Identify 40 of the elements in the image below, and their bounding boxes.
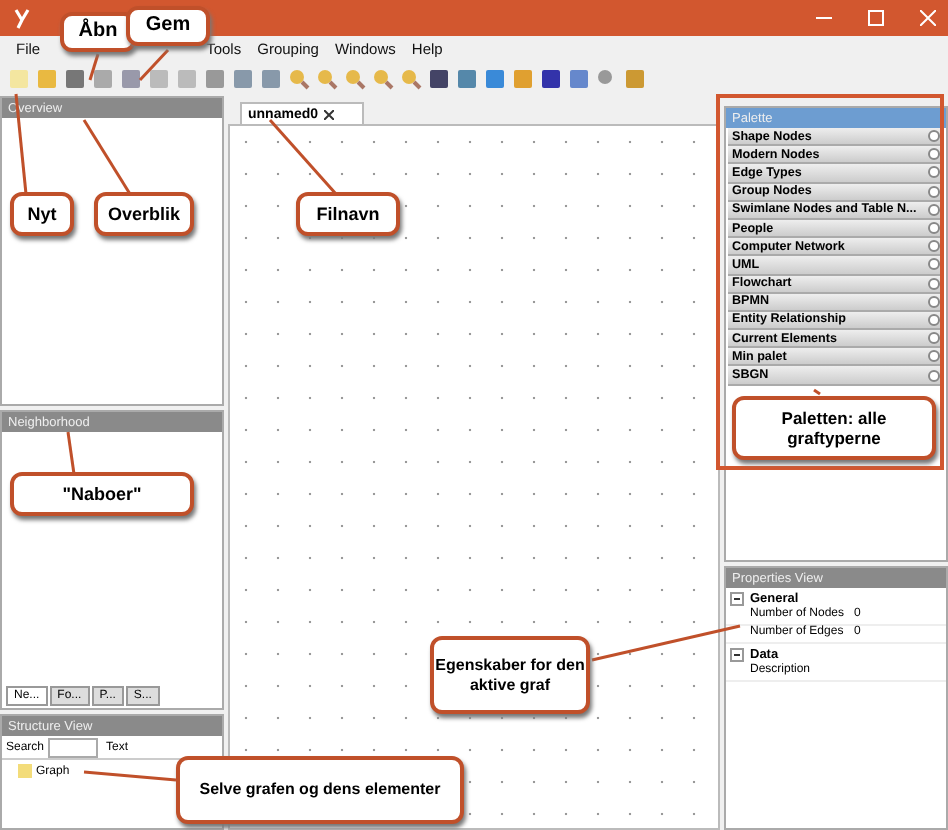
leader-line: [138, 48, 170, 82]
leader-line: [88, 53, 100, 81]
callout: Nyt: [10, 192, 74, 236]
expand-icon[interactable]: [928, 369, 940, 382]
callout: Paletten: alle graftyperne: [732, 396, 936, 460]
expand-icon[interactable]: [928, 222, 940, 235]
callout: Egenskaber for den aktive graf: [430, 636, 590, 714]
maximize-icon[interactable]: [868, 10, 884, 26]
callout: "Naboer": [10, 472, 194, 516]
zoom-fit-icon[interactable]: [344, 68, 366, 90]
search-field[interactable]: [48, 737, 99, 757]
expand-icon[interactable]: [928, 277, 940, 290]
collapse-icon[interactable]: [730, 591, 744, 605]
close-icon[interactable]: [324, 109, 335, 119]
expand-icon[interactable]: [928, 350, 940, 363]
callout: Åbn: [60, 12, 136, 52]
app-logo-icon: [12, 6, 32, 30]
expand-icon[interactable]: [928, 295, 940, 308]
callout: Overblik: [94, 192, 194, 236]
expand-icon[interactable]: [928, 240, 940, 253]
expand-icon[interactable]: [928, 313, 940, 326]
expand-icon[interactable]: [928, 332, 940, 345]
expand-icon[interactable]: [928, 185, 940, 198]
leader-line: [268, 119, 338, 195]
expand-icon[interactable]: [928, 258, 940, 271]
leader-line: [66, 431, 76, 475]
expand-icon[interactable]: [928, 166, 940, 179]
zoom-icon[interactable]: [372, 68, 394, 90]
leader-line: [82, 119, 132, 195]
leader-line: [813, 388, 821, 396]
leader-line: [83, 770, 177, 782]
callout: Gem: [126, 6, 210, 46]
zoom-out-icon[interactable]: [316, 68, 338, 90]
collapse-icon[interactable]: [730, 647, 744, 661]
expand-icon[interactable]: [928, 148, 940, 161]
zoom-in-icon[interactable]: [288, 68, 310, 90]
callout: Selve grafen og dens elementer: [176, 756, 464, 824]
expand-icon[interactable]: [928, 130, 940, 143]
callout: Filnavn: [296, 192, 400, 236]
expand-icon[interactable]: [928, 203, 940, 216]
